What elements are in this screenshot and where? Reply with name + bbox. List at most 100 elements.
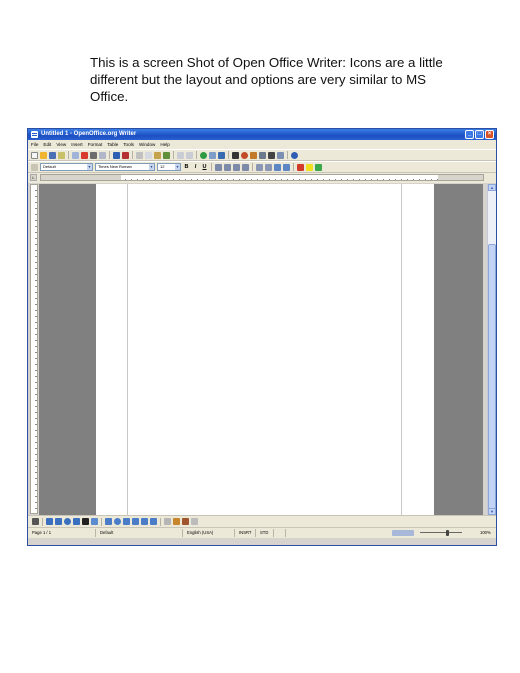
italic-button[interactable]: I (192, 164, 199, 170)
chevron-down-icon[interactable]: ▼ (149, 164, 154, 170)
align-left-icon[interactable] (215, 163, 222, 171)
font-name-select[interactable]: Times New Roman ▼ (95, 163, 155, 171)
redo-icon[interactable] (186, 151, 193, 159)
tab-stop-icon[interactable]: L (30, 174, 37, 181)
font-size-select[interactable]: 12 ▼ (157, 163, 181, 171)
highlight-icon[interactable] (306, 163, 313, 171)
status-style[interactable]: Default (98, 529, 183, 537)
minimize-button[interactable]: _ (465, 130, 474, 139)
zoom-slider-thumb[interactable] (446, 530, 449, 536)
background-color-icon[interactable] (315, 163, 322, 171)
block-arrows-icon[interactable] (123, 518, 130, 525)
close-button[interactable]: × (485, 130, 494, 139)
freeform-icon[interactable] (73, 518, 80, 525)
menu-insert[interactable]: Insert (71, 140, 83, 149)
callouts-icon[interactable] (141, 518, 148, 525)
horizontal-ruler[interactable] (40, 174, 484, 181)
vertical-ruler[interactable] (30, 184, 38, 514)
from-file-icon[interactable] (182, 518, 189, 525)
paste-icon[interactable] (154, 151, 161, 159)
chevron-down-icon[interactable]: ▼ (87, 164, 92, 170)
underline-button[interactable]: U (201, 164, 208, 170)
styles-formatting-icon[interactable] (31, 163, 38, 171)
data-sources-icon[interactable] (259, 151, 266, 159)
status-doc-modified[interactable] (276, 529, 286, 537)
save-icon[interactable] (49, 151, 56, 159)
bold-button[interactable]: B (183, 164, 190, 170)
open-icon[interactable] (40, 151, 47, 159)
show-draw-icon[interactable] (218, 151, 225, 159)
status-page[interactable]: Page 1 / 1 (30, 529, 96, 537)
font-size-value: 12 (160, 164, 165, 169)
autospellcheck-icon[interactable] (122, 151, 129, 159)
help-icon[interactable] (291, 151, 298, 159)
title-bar[interactable]: Untitled 1 - OpenOffice.org Writer _ □ × (28, 129, 496, 140)
scroll-down-icon[interactable]: ▼ (488, 508, 496, 515)
justify-icon[interactable] (242, 163, 249, 171)
rectangle-icon[interactable] (55, 518, 62, 525)
select-icon[interactable] (32, 518, 39, 525)
navigator-icon[interactable] (241, 151, 248, 159)
line-icon[interactable] (46, 518, 53, 525)
paragraph-style-select[interactable]: Default ▼ (40, 163, 93, 171)
status-zoom[interactable]: 100% (480, 528, 491, 538)
status-language[interactable]: English (USA) (185, 529, 235, 537)
vertical-scrollbar[interactable]: ▲ ▼ (487, 184, 496, 515)
align-center-icon[interactable] (224, 163, 231, 171)
points-icon[interactable] (164, 518, 171, 525)
page-preview-icon[interactable] (99, 151, 106, 159)
align-right-icon[interactable] (233, 163, 240, 171)
menu-window[interactable]: Window (139, 140, 155, 149)
extrusion-icon[interactable] (191, 518, 198, 525)
copy-icon[interactable] (145, 151, 152, 159)
find-replace-icon[interactable] (232, 151, 239, 159)
basic-shapes-icon[interactable] (105, 518, 112, 525)
maximize-button[interactable]: □ (475, 130, 484, 139)
flowchart-icon[interactable] (132, 518, 139, 525)
ellipse-icon[interactable] (64, 518, 71, 525)
hyperlink-icon[interactable] (200, 151, 207, 159)
zoom-slider[interactable] (420, 532, 462, 533)
menu-format[interactable]: Format (88, 140, 103, 149)
menu-file[interactable]: File (31, 140, 38, 149)
menu-table[interactable]: Table (107, 140, 118, 149)
edit-file-icon[interactable] (72, 151, 79, 159)
email-icon[interactable] (58, 151, 65, 159)
writer-app-icon[interactable] (31, 131, 38, 138)
menu-view[interactable]: View (56, 140, 66, 149)
bullets-icon[interactable] (265, 163, 272, 171)
numbering-icon[interactable] (256, 163, 263, 171)
toolbar-separator (173, 151, 174, 159)
new-document-icon[interactable] (31, 151, 38, 159)
view-layout-icon[interactable] (392, 530, 414, 536)
scrollbar-thumb[interactable] (488, 244, 496, 509)
status-selection-mode[interactable]: STD (258, 529, 274, 537)
document-page[interactable] (96, 184, 434, 515)
menu-help[interactable]: Help (160, 140, 169, 149)
fontwork-icon[interactable] (173, 518, 180, 525)
menu-tools[interactable]: Tools (123, 140, 134, 149)
nonprinting-chars-icon[interactable] (268, 151, 275, 159)
symbol-shapes-icon[interactable] (114, 518, 121, 525)
format-paintbrush-icon[interactable] (163, 151, 170, 159)
status-insert-mode[interactable]: INSRT (237, 529, 256, 537)
menu-edit[interactable]: Edit (43, 140, 51, 149)
text-icon[interactable] (82, 518, 89, 525)
cut-icon[interactable] (136, 151, 143, 159)
increase-indent-icon[interactable] (283, 163, 290, 171)
stars-icon[interactable] (150, 518, 157, 525)
callout-icon[interactable] (91, 518, 98, 525)
spellcheck-icon[interactable] (113, 151, 120, 159)
undo-icon[interactable] (177, 151, 184, 159)
zoom-icon[interactable] (277, 151, 284, 159)
print-icon[interactable] (90, 151, 97, 159)
table-icon[interactable] (209, 151, 216, 159)
gallery-icon[interactable] (250, 151, 257, 159)
font-color-icon[interactable] (297, 163, 304, 171)
scroll-up-icon[interactable]: ▲ (488, 184, 496, 191)
export-pdf-icon[interactable] (81, 151, 88, 159)
chevron-down-icon[interactable]: ▼ (175, 164, 180, 170)
left-margin-area (41, 175, 121, 180)
toolbar-separator (228, 151, 229, 159)
decrease-indent-icon[interactable] (274, 163, 281, 171)
